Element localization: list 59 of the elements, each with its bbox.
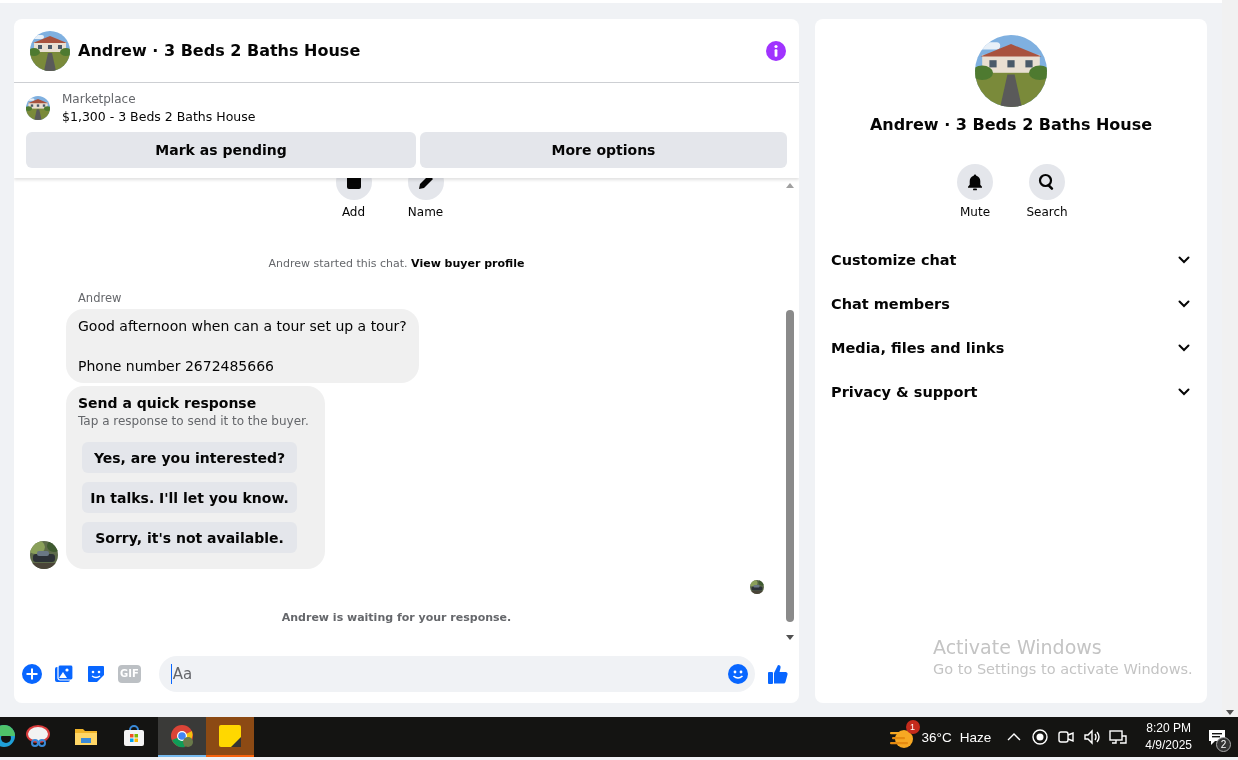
more-options-button[interactable]: More options: [420, 132, 787, 168]
weather-text: 36°C: [921, 729, 952, 745]
search-icon: [1038, 173, 1056, 191]
taskbar-app[interactable]: [206, 717, 254, 757]
emoji-icon[interactable]: [727, 663, 749, 685]
activation-text: Go to Settings to activate Windows.: [933, 660, 1193, 679]
message-input[interactable]: Aa: [170, 664, 727, 684]
section-row[interactable]: Media, files and links: [815, 326, 1207, 370]
box-icon: [346, 178, 361, 189]
quick-action-label: Name: [407, 204, 444, 220]
notifications-button[interactable]: 2: [1202, 717, 1232, 757]
action-label: Mute: [959, 204, 990, 220]
activation-title: Activate Windows: [933, 635, 1103, 659]
message-bubble: Good afternoon when can a tour set up a tour? Phone number 2672485666: [66, 309, 419, 383]
scissors-icon: [24, 722, 52, 750]
speaker-icon[interactable]: [1083, 728, 1102, 746]
record-icon[interactable]: [1031, 728, 1050, 746]
network-icon[interactable]: [1109, 728, 1128, 746]
search-button[interactable]: [1029, 164, 1065, 200]
listing-summary: $1,300 - 3 Beds 2 Baths House: [62, 108, 256, 125]
listing-label: Marketplace: [62, 91, 137, 108]
info-icon[interactable]: [765, 39, 787, 62]
pencil-icon: [418, 178, 433, 189]
waiting-notice: Andrew is waiting for your response.: [280, 610, 513, 626]
quick-action-label: Add: [341, 204, 366, 220]
sticker-icon[interactable]: [86, 664, 106, 684]
camera-icon[interactable]: [1057, 728, 1076, 746]
section-row[interactable]: Chat members: [815, 282, 1207, 326]
plus-icon[interactable]: [22, 664, 42, 684]
thumbs-up-icon[interactable]: [767, 663, 789, 685]
quick-reply-button[interactable]: Sorry, it's not available.: [82, 522, 297, 553]
taskbar-app[interactable]: [158, 717, 206, 757]
browser-icon: [168, 722, 196, 750]
quick-reply-button[interactable]: In talks. I'll let you know.: [82, 482, 297, 513]
section-row[interactable]: Privacy & support: [815, 370, 1207, 414]
notification-badge: 1: [905, 720, 920, 734]
message-field[interactable]: Aa: [158, 656, 755, 692]
details-title: Andrew · 3 Beds 2 Baths House: [868, 114, 1154, 136]
quick-reply-button[interactable]: Yes, are you interested?: [82, 442, 297, 473]
scrollbar-thumb[interactable]: [786, 310, 794, 622]
bell-button[interactable]: [957, 164, 993, 200]
chat-started-notice: Andrew started this chat. View buyer profile: [268, 257, 525, 270]
action-label: Search: [1026, 204, 1068, 220]
clock[interactable]: 8:20 PM 4/9/2025: [1145, 720, 1192, 754]
notification-count: 2: [1216, 737, 1231, 752]
bell-icon: [966, 173, 984, 191]
weather-text: Haze: [959, 729, 992, 745]
sender-name: Andrew: [78, 290, 123, 306]
quick-response-hint: Tap a response to send it to the buyer.: [78, 413, 309, 429]
scroll-down-icon[interactable]: [785, 635, 795, 641]
weather-widget[interactable]: 1 36°C Haze: [883, 717, 996, 757]
section-row[interactable]: Customize chat: [815, 238, 1207, 282]
quick-response-title: Send a quick response: [78, 394, 258, 413]
scroll-up-icon[interactable]: [785, 182, 795, 188]
photo-icon[interactable]: [54, 664, 74, 684]
chat-title: Andrew · 3 Beds 2 Baths House: [78, 41, 362, 60]
mark-pending-button[interactable]: Mark as pending: [26, 132, 416, 168]
buyer-profile-link[interactable]: View buyer profile: [411, 257, 525, 270]
sticky-note-icon: [216, 722, 244, 750]
